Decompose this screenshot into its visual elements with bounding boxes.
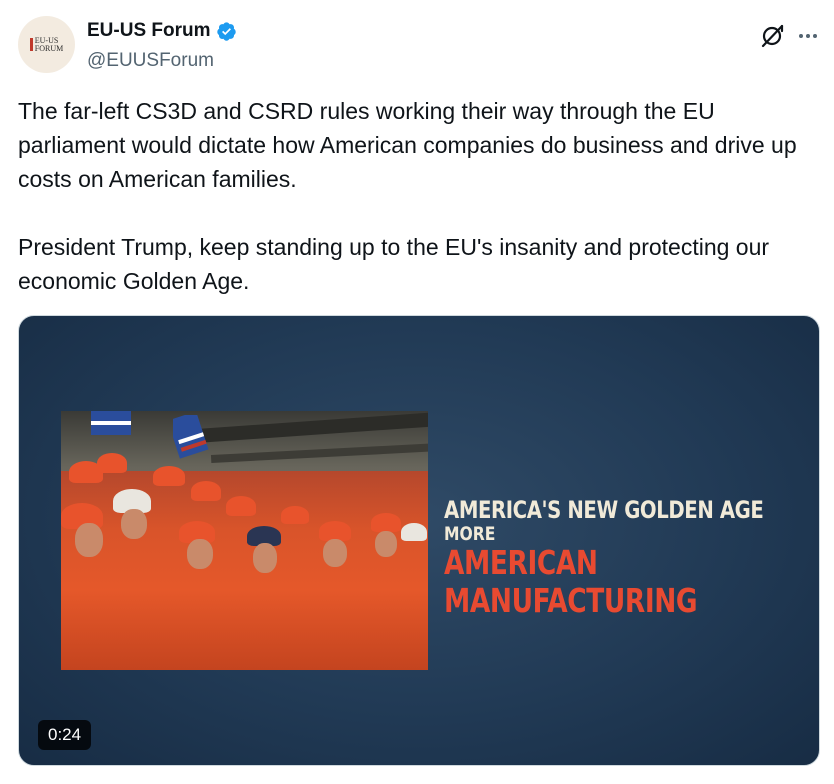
avatar-logo-bar [29, 38, 33, 51]
thumbnail-hardhat [97, 453, 127, 473]
tweet-paragraph: The far-left CS3D and CSRD rules working… [18, 98, 797, 192]
thumbnail-flag-icon [173, 415, 209, 459]
thumbnail-face [375, 531, 397, 557]
thumbnail-face [187, 539, 213, 569]
thumbnail-hardhat [281, 506, 309, 524]
display-name[interactable]: EU-US Forum [87, 20, 211, 42]
thumbnail-hardhat [371, 513, 401, 532]
more-options-icon[interactable] [793, 23, 823, 49]
tweet-header: EU-US FORUM EU-US Forum @EUUSForum [18, 16, 818, 76]
video-duration-badge: 0:24 [38, 720, 92, 750]
tweet-paragraph: President Trump, keep standing up to the… [18, 234, 770, 294]
thumbnail-hardhat [319, 521, 351, 541]
more-dot [799, 34, 803, 38]
thumbnail-face [75, 523, 103, 557]
thumbnail-hardhat [191, 481, 221, 501]
name-row: EU-US Forum [87, 20, 237, 42]
headline-line1: AMERICA'S NEW GOLDEN AGE [444, 496, 764, 524]
handle[interactable]: @EUUSForum [87, 50, 214, 72]
avatar-logo-text: EU-US FORUM [34, 36, 64, 53]
more-dot [806, 34, 810, 38]
thumbnail-face [121, 509, 147, 539]
more-dot [813, 34, 817, 38]
avatar[interactable]: EU-US FORUM [18, 16, 75, 73]
video-thumbnail-image [61, 411, 428, 670]
headline-line2: MORE [444, 523, 496, 545]
thumbnail-face [253, 543, 277, 573]
headline-line3: AMERICAN [444, 543, 598, 582]
avatar-text-line2: FORUM [34, 43, 64, 53]
thumbnail-flag-icon [91, 411, 131, 435]
avatar-logo: EU-US FORUM [29, 36, 64, 53]
thumbnail-hardhat [226, 496, 256, 516]
thumbnail-face [323, 539, 347, 567]
thumbnail-hardhat [401, 523, 427, 541]
headline-line4: MANUFACTURING [444, 581, 698, 620]
verified-badge-icon [216, 21, 236, 41]
video-headline: AMERICA'S NEW GOLDEN AGE MORE AMERICAN M… [444, 496, 819, 620]
grok-icon[interactable] [759, 23, 785, 49]
video-player[interactable]: AMERICA'S NEW GOLDEN AGE MORE AMERICAN M… [18, 315, 820, 766]
tweet-text: The far-left CS3D and CSRD rules working… [18, 94, 808, 298]
